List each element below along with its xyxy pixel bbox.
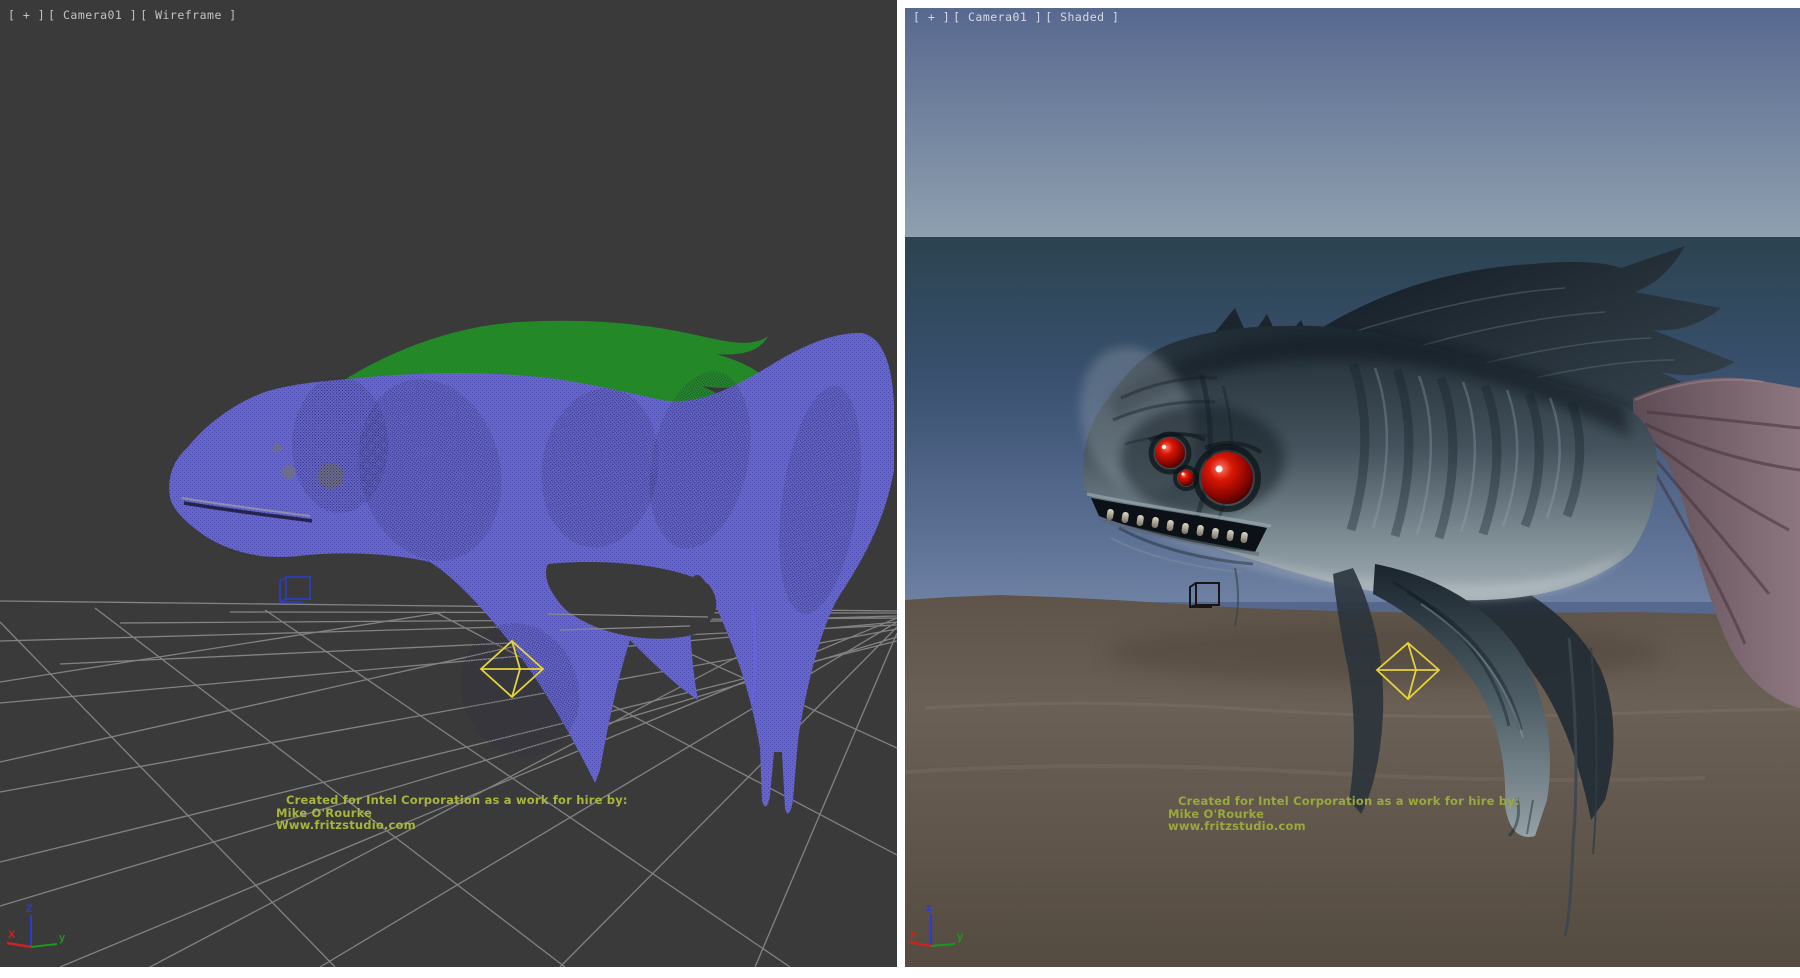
sky (905, 8, 1800, 237)
viewport-label-wireframe: [ + ] [ Camera01 ] [ Wireframe ] (8, 8, 237, 22)
watermark-line3: Www.fritzstudio.com (276, 819, 628, 832)
watermark-line3: www.fritzstudio.com (1168, 820, 1520, 833)
axis-z-label: Z (26, 903, 33, 915)
viewport-menu-shading[interactable]: [ Wireframe ] (140, 8, 237, 22)
viewport-shaded[interactable]: z x y [ + ] [ Camera01 ] [ Shaded ] Crea… (905, 8, 1800, 967)
viewport-split-canvas: Z X y [ + ] [ Camera01 ] [ Wireframe ] C… (0, 0, 1800, 978)
eye-large (1201, 452, 1253, 504)
viewport-menu-overlays[interactable]: [ + ] (913, 10, 950, 24)
watermark-line1: Created for Intel Corporation as a work … (276, 794, 628, 807)
viewport-wireframe[interactable]: Z X y [ + ] [ Camera01 ] [ Wireframe ] C… (0, 0, 897, 967)
axis-z-label: z (926, 902, 932, 914)
artist-watermark: Created for Intel Corporation as a work … (276, 794, 628, 832)
creature-wireframe-model[interactable] (169, 321, 894, 814)
axis-y-label: y (59, 932, 66, 944)
eye-small (1178, 470, 1194, 486)
viewport-divider (897, 0, 905, 978)
dummy-helper-box[interactable] (280, 577, 310, 602)
axis-y-label: y (957, 931, 964, 943)
axis-x-label: x (910, 928, 917, 940)
artist-watermark: Created for Intel Corporation as a work … (1168, 795, 1520, 833)
viewport-menu-camera[interactable]: [ Camera01 ] (953, 10, 1042, 24)
viewport-label-shaded: [ + ] [ Camera01 ] [ Shaded ] (913, 10, 1119, 24)
axis-x-label: X (8, 929, 16, 941)
viewport-menu-camera[interactable]: [ Camera01 ] (48, 8, 137, 22)
eye-medium (1155, 438, 1185, 468)
watermark-line1: Created for Intel Corporation as a work … (1168, 795, 1520, 808)
viewport-menu-shading[interactable]: [ Shaded ] (1045, 10, 1119, 24)
viewport-menu-overlays[interactable]: [ + ] (8, 8, 45, 22)
world-axis-tripod: Z X y (7, 903, 66, 947)
